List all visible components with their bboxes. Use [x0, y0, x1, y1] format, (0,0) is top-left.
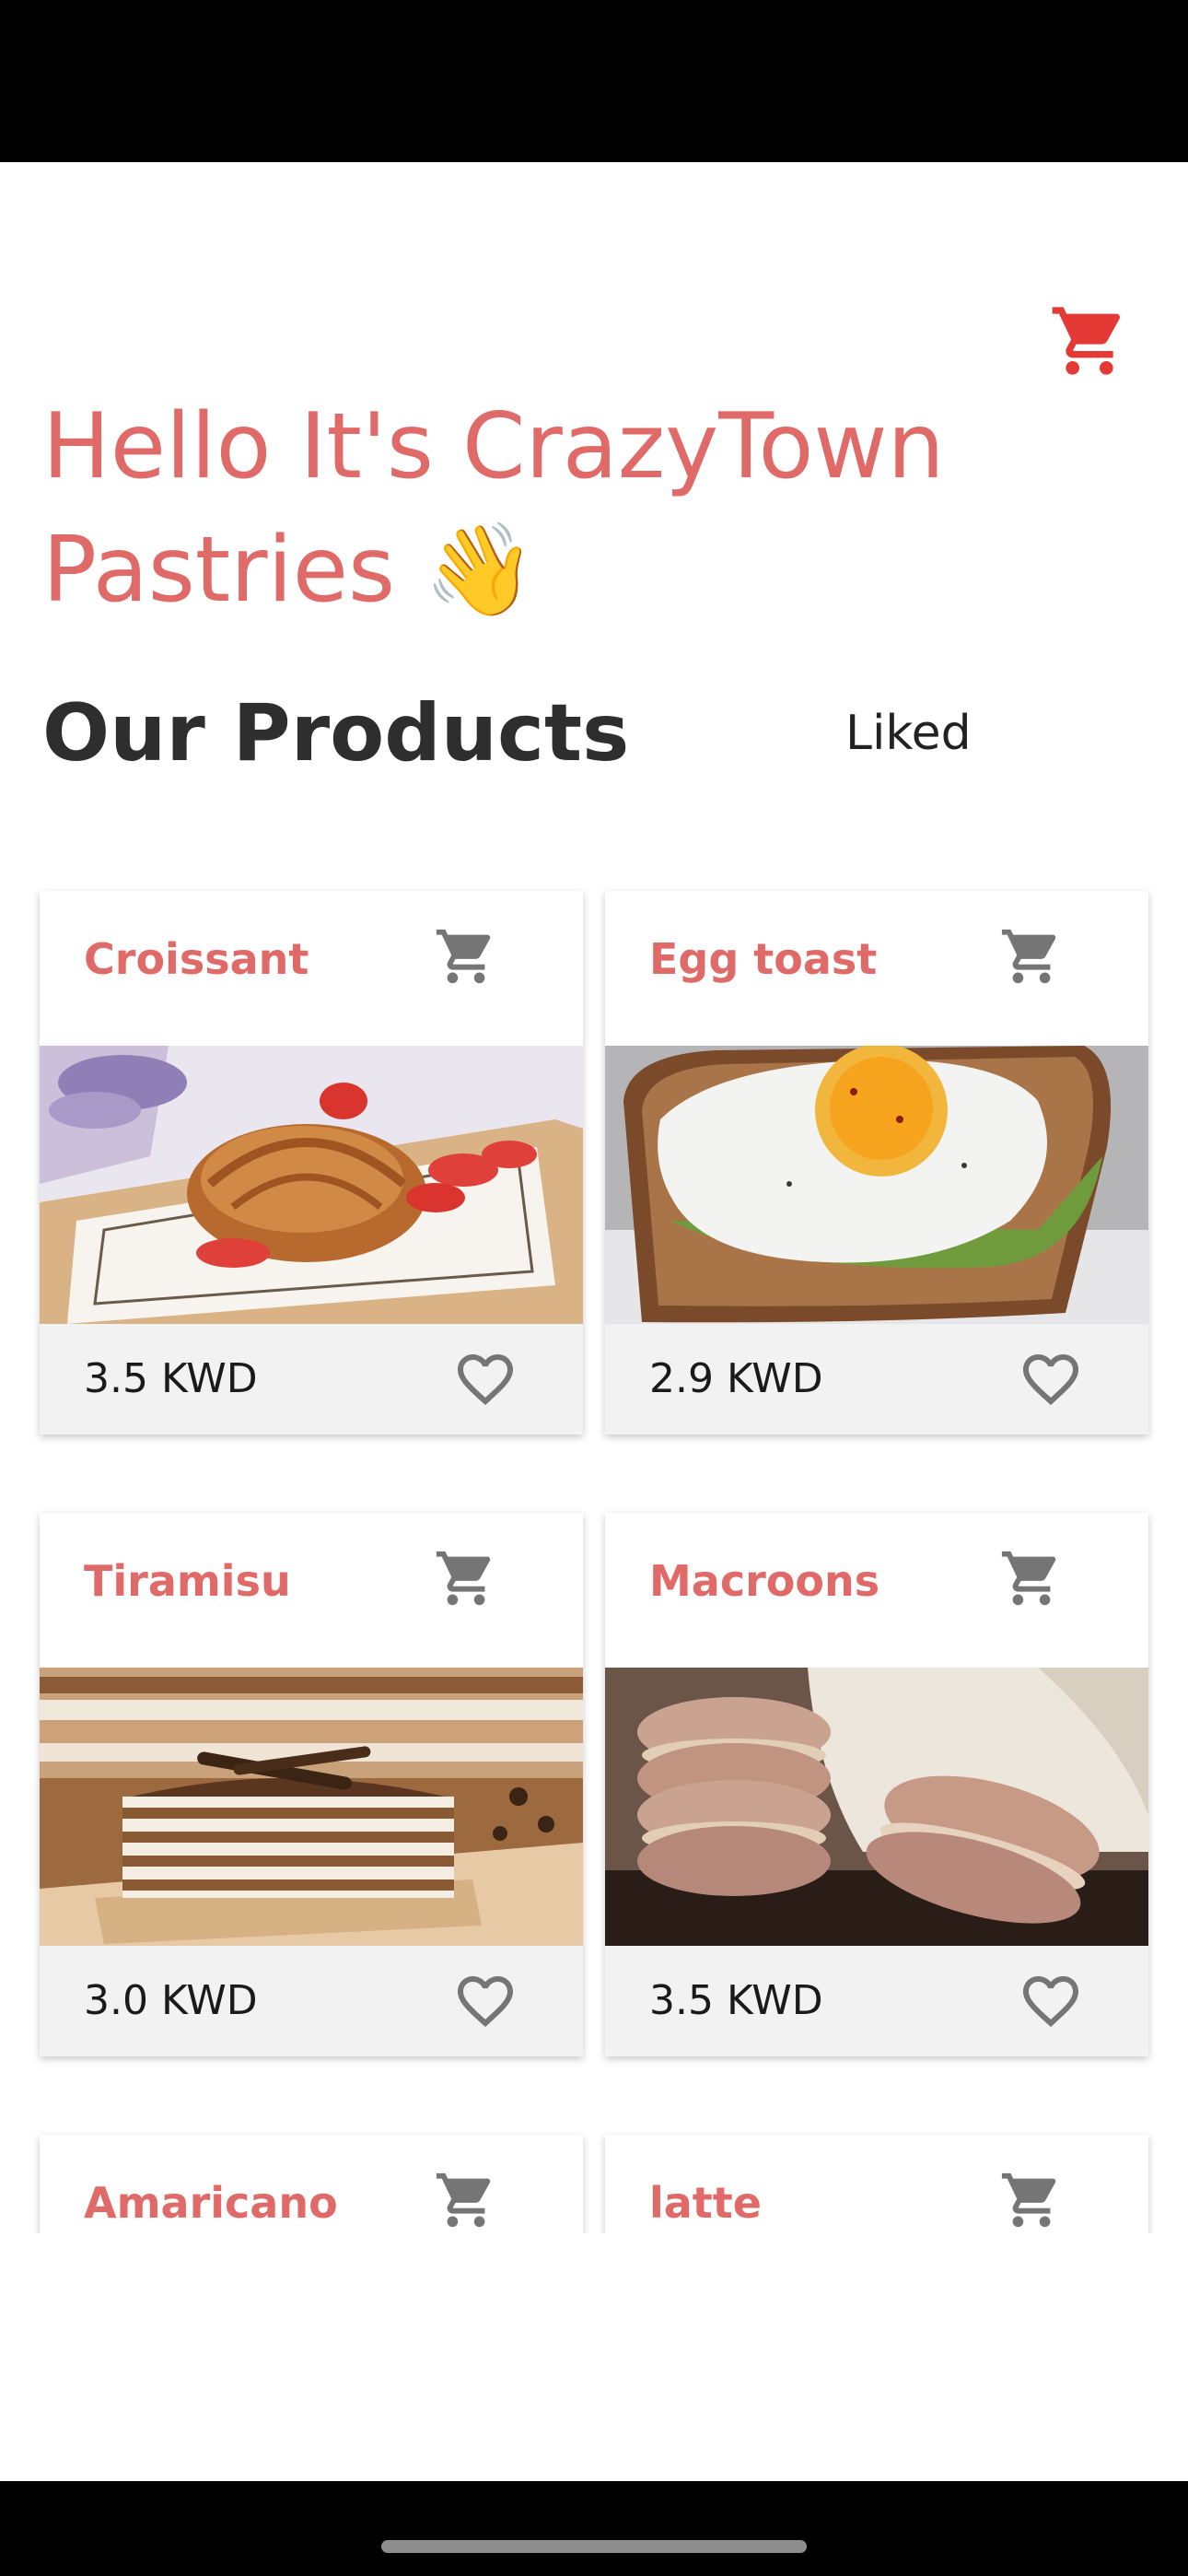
- product-name: Croissant: [84, 934, 309, 984]
- navigation-bar: [0, 2481, 1188, 2576]
- product-price: 3.0 KWD: [84, 1977, 258, 2024]
- product-name: Macroons: [649, 1556, 880, 1606]
- product-name: latte: [649, 2178, 762, 2228]
- product-price: 3.5 KWD: [84, 1355, 258, 1402]
- product-card-latte[interactable]: latte: [605, 2135, 1148, 2233]
- price-bar: 3.5 KWD: [605, 1946, 1148, 2056]
- heart-outline-icon[interactable]: [452, 1968, 518, 2034]
- price-bar: 3.5 KWD: [40, 1324, 583, 1434]
- add-to-cart-icon[interactable]: [434, 924, 498, 989]
- product-price: 2.9 KWD: [649, 1355, 823, 1402]
- product-name: Egg toast: [649, 934, 878, 984]
- add-to-cart-icon[interactable]: [434, 1546, 498, 1610]
- home-indicator[interactable]: [381, 2540, 807, 2553]
- heart-outline-icon[interactable]: [1018, 1346, 1084, 1412]
- add-to-cart-icon[interactable]: [999, 1546, 1064, 1610]
- price-bar: 3.0 KWD: [40, 1946, 583, 2056]
- heart-outline-icon[interactable]: [452, 1346, 518, 1412]
- product-image-macroons: [605, 1668, 1148, 1946]
- product-card-croissant[interactable]: Croissant 3.5 KWD: [40, 891, 583, 1434]
- product-card-egg-toast[interactable]: Egg toast 2.9 KWD: [605, 891, 1148, 1434]
- product-image-egg-toast: [605, 1046, 1148, 1324]
- price-bar: 2.9 KWD: [605, 1324, 1148, 1434]
- product-price: 3.5 KWD: [649, 1977, 823, 2024]
- add-to-cart-icon[interactable]: [999, 2168, 1064, 2232]
- product-image-tiramisu: [40, 1668, 583, 1946]
- heart-outline-icon[interactable]: [1018, 1968, 1084, 2034]
- product-name: Amaricano: [84, 2178, 338, 2228]
- add-to-cart-icon[interactable]: [999, 924, 1064, 989]
- add-to-cart-icon[interactable]: [434, 2168, 498, 2232]
- product-card-tiramisu[interactable]: Tiramisu 3.0 KWD: [40, 1513, 583, 2056]
- product-grid: Croissant 3.5 KWD Egg toast 2.9 KWD Tira…: [0, 0, 1188, 2233]
- product-name: Tiramisu: [84, 1556, 291, 1606]
- product-card-macroons[interactable]: Macroons 3.5 KWD: [605, 1513, 1148, 2056]
- product-card-amaricano[interactable]: Amaricano: [40, 2135, 583, 2233]
- product-image-croissant: [40, 1046, 583, 1324]
